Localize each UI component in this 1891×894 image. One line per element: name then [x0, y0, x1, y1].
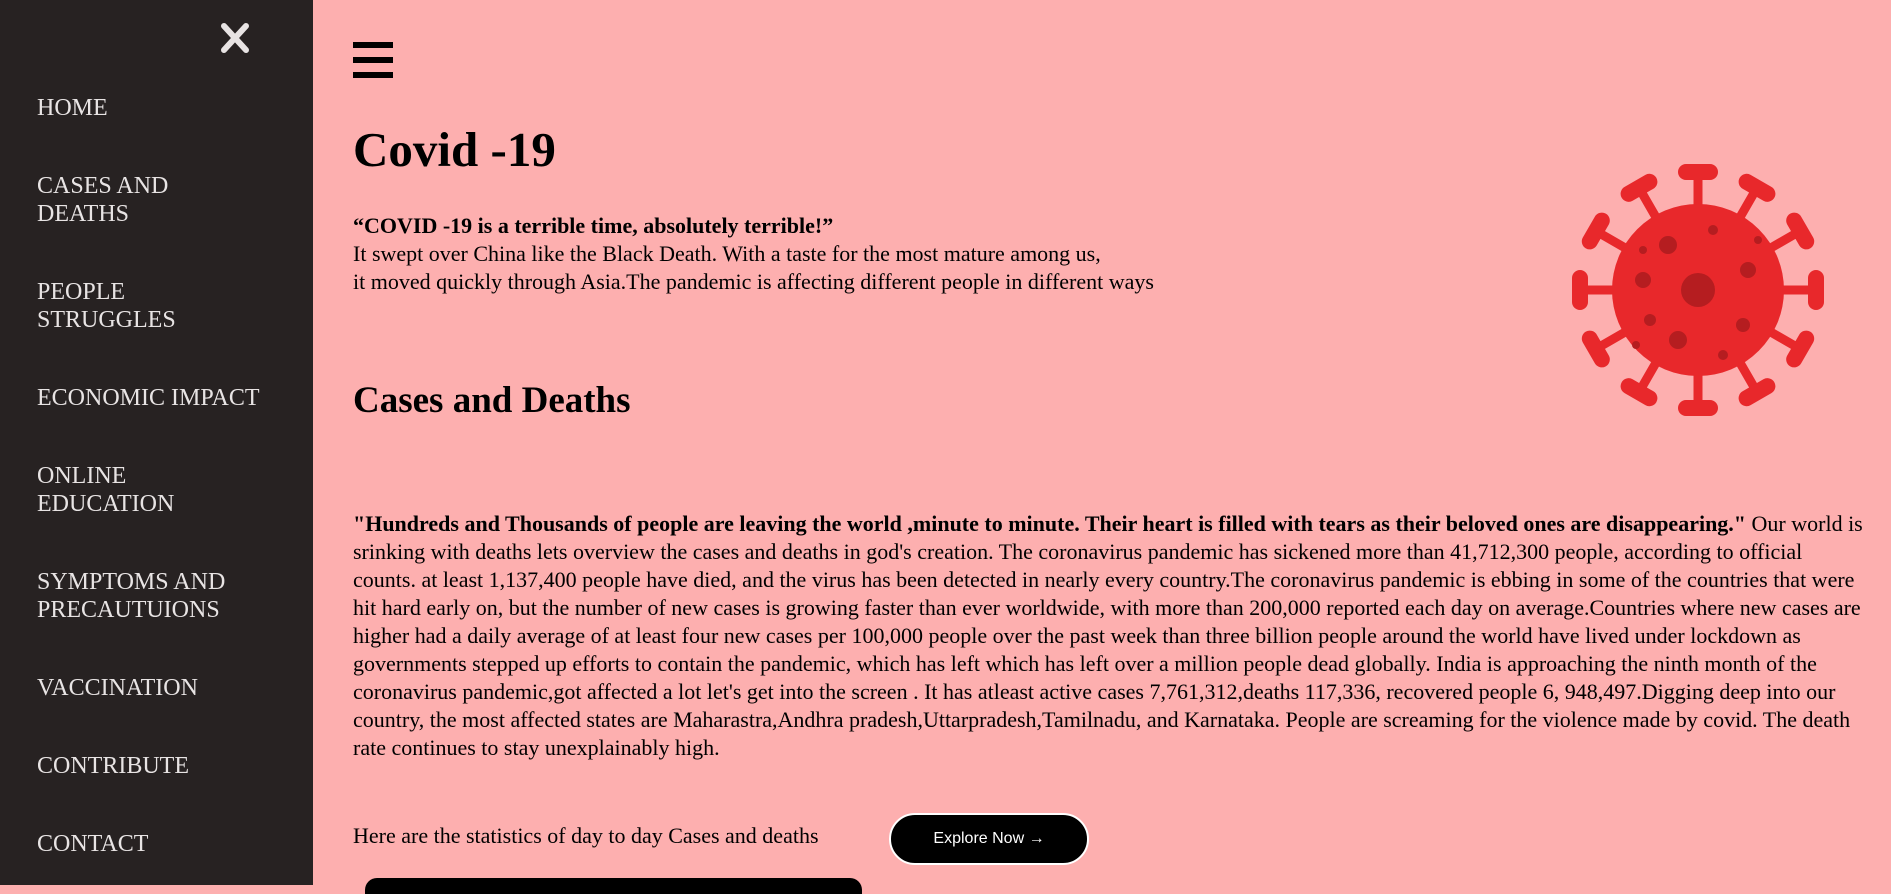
page-title: Covid -19	[353, 122, 556, 177]
sidebar-item-people-struggles[interactable]: PEOPLE STRUGGLES	[37, 278, 217, 334]
intro-line-1: It swept over China like the Black Death…	[353, 241, 1101, 266]
intro-text: “COVID -19 is a terrible time, absolutel…	[353, 212, 1353, 296]
sidebar-item-vaccination[interactable]: VACCINATION	[37, 674, 277, 702]
section-title: Cases and Deaths	[353, 380, 631, 421]
main-content: Covid -19 “COVID -19 is a terrible time,…	[313, 0, 1891, 894]
sidebar-item-contact[interactable]: CONTACT	[37, 830, 277, 858]
sidebar-item-symptoms-and-precautions[interactable]: SYMPTOMS AND PRECAUTUIONS	[37, 568, 257, 624]
explore-now-button[interactable]: Explore Now →	[889, 813, 1089, 865]
sidebar-item-contribute[interactable]: CONTRIBUTE	[37, 752, 277, 780]
sidebar-item-online-education[interactable]: ONLINE EDUCATION	[37, 462, 217, 518]
sidebar-item-home[interactable]: HOME	[37, 94, 277, 122]
article-paragraph: "Hundreds and Thousands of people are le…	[353, 510, 1863, 762]
article-body: Our world is srinking with deaths lets o…	[353, 511, 1863, 760]
virus-icon	[1553, 145, 1843, 435]
article-quote: "Hundreds and Thousands of people are le…	[353, 511, 1747, 536]
close-icon[interactable]	[218, 20, 252, 56]
sidebar: HOME CASES AND DEATHS PEOPLE STRUGGLES E…	[0, 0, 313, 885]
intro-line-2: it moved quickly through Asia.The pandem…	[353, 269, 1154, 294]
stats-text: Here are the statistics of day to day Ca…	[353, 823, 819, 848]
intro-quote: “COVID -19 is a terrible time, absolutel…	[353, 213, 834, 238]
hamburger-menu-icon[interactable]	[353, 42, 393, 78]
sidebar-item-economic-impact[interactable]: ECONOMIC IMPACT	[37, 384, 277, 412]
sidebar-item-cases-and-deaths[interactable]: CASES AND DEATHS	[37, 172, 217, 228]
stats-panel-edge	[365, 878, 862, 894]
